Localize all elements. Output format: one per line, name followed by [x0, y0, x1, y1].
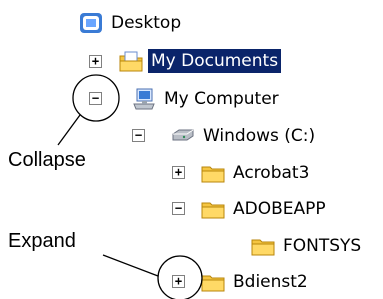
tree-item-label: FONTSYS — [283, 236, 362, 256]
collapse-button[interactable]: − — [172, 202, 185, 215]
tree-item-label: ADOBEAPP — [233, 199, 326, 219]
tree-item-desktop[interactable]: Desktop — [78, 10, 184, 36]
expand-callout-line — [102, 254, 159, 277]
tree-item-label: My Computer — [164, 89, 279, 109]
collapse-callout-label: Collapse — [8, 149, 86, 171]
my-documents-icon — [118, 49, 144, 73]
tree-item-label: Desktop — [111, 13, 182, 33]
tree-item-bdienst2[interactable]: Bdienst2 — [200, 269, 311, 295]
folder-icon — [200, 161, 226, 185]
drive-icon — [170, 124, 196, 148]
tree-item-label: My Documents — [148, 49, 282, 73]
tree-item-my-documents[interactable]: My Documents — [118, 48, 282, 74]
tree-item-acrobat3[interactable]: Acrobat3 — [200, 160, 312, 186]
expand-callout-label: Expand — [8, 230, 76, 252]
tree-item-label: Bdienst2 — [233, 272, 308, 292]
tree-item-my-computer[interactable]: My Computer — [131, 86, 282, 112]
folder-icon — [250, 234, 276, 258]
folder-icon — [200, 270, 226, 294]
expand-button[interactable]: + — [89, 55, 102, 68]
tree-item-fontsys[interactable]: FONTSYS — [250, 233, 364, 259]
collapse-button[interactable]: − — [132, 129, 145, 142]
tree-item-windows-c[interactable]: Windows (C:) — [170, 123, 318, 149]
desktop-icon — [78, 11, 104, 35]
folder-icon — [200, 197, 226, 221]
tree-item-label: Windows (C:) — [203, 126, 316, 146]
tree-item-label: Acrobat3 — [233, 163, 310, 183]
my-computer-icon — [131, 87, 157, 111]
collapse-callout-line — [57, 114, 81, 146]
tree-item-adobeapp[interactable]: ADOBEAPP — [200, 196, 329, 222]
collapse-button[interactable]: − — [89, 92, 102, 105]
expand-button[interactable]: + — [172, 166, 185, 179]
expand-button[interactable]: + — [172, 275, 185, 288]
